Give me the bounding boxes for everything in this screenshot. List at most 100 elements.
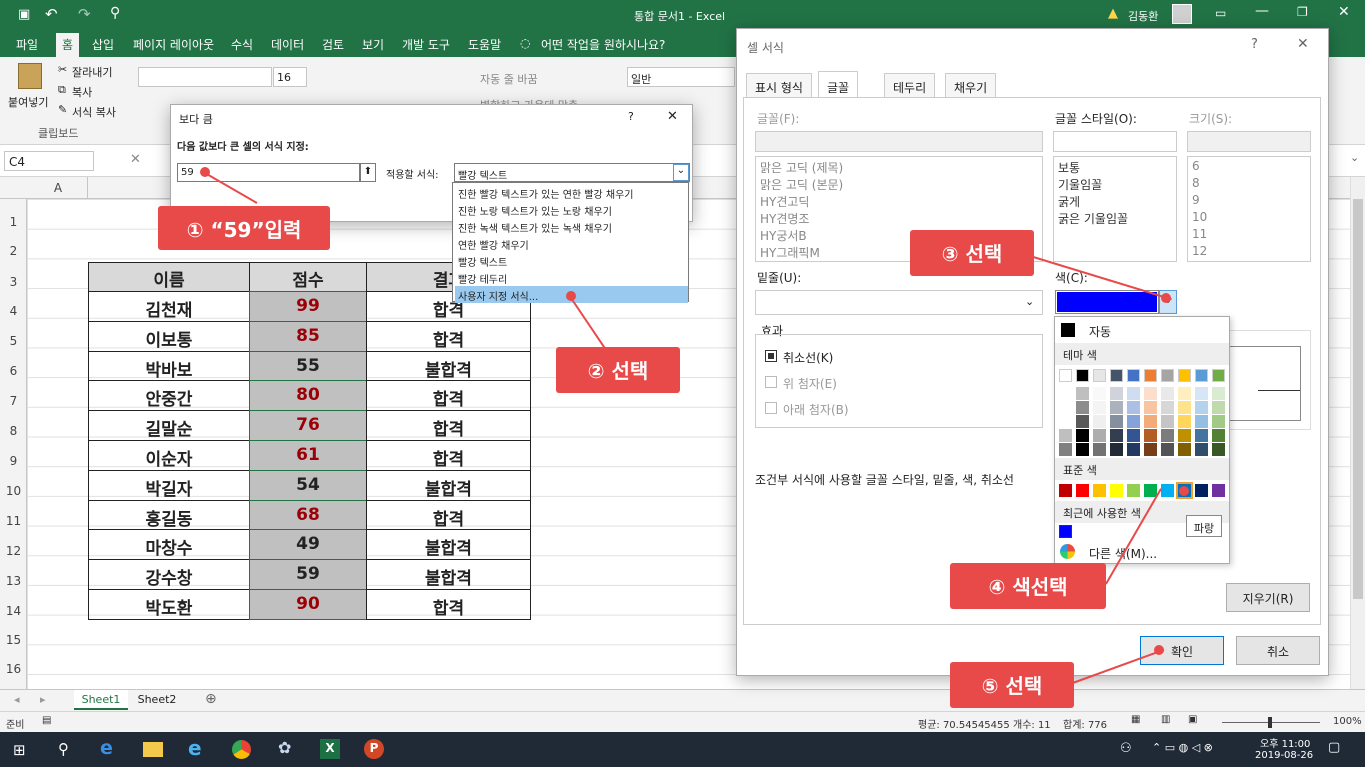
- theme-color-swatch[interactable]: [1212, 387, 1225, 400]
- row-header[interactable]: 10: [0, 484, 27, 498]
- table-cell-score[interactable]: 54: [249, 469, 367, 501]
- table-cell-name[interactable]: 박도환: [88, 589, 250, 620]
- theme-color-swatch[interactable]: [1076, 369, 1089, 382]
- auto-color-label[interactable]: 자동: [1089, 323, 1111, 340]
- table-cell-name[interactable]: 마창수: [88, 529, 250, 561]
- formula-input[interactable]: ⌄: [1350, 151, 1364, 171]
- table-cell-result[interactable]: 불합격: [366, 469, 531, 501]
- row-header[interactable]: 13: [0, 574, 27, 588]
- theme-color-swatch[interactable]: [1076, 443, 1089, 456]
- theme-color-swatch[interactable]: [1059, 369, 1072, 382]
- theme-color-swatch[interactable]: [1161, 387, 1174, 400]
- list-item[interactable]: HY견고딕: [760, 193, 809, 210]
- restore-icon[interactable]: ❐: [1297, 5, 1308, 19]
- theme-color-swatch[interactable]: [1144, 401, 1157, 414]
- strikethrough-checkbox[interactable]: [765, 350, 777, 362]
- prev-sheet-icon[interactable]: ◂: [14, 693, 20, 706]
- clear-button[interactable]: 지우기(R): [1226, 583, 1310, 612]
- theme-color-swatch[interactable]: [1178, 401, 1191, 414]
- list-item[interactable]: 굵은 기울임꼴: [1058, 210, 1128, 227]
- theme-color-swatch[interactable]: [1110, 429, 1123, 442]
- standard-color-swatch[interactable]: [1059, 484, 1072, 497]
- font-style-list[interactable]: 보통 기울임꼴 굵게 굵은 기울임꼴: [1053, 156, 1177, 262]
- tab-help[interactable]: 도움말: [468, 36, 501, 53]
- row-header[interactable]: 1: [0, 215, 27, 229]
- table-cell-score[interactable]: 80: [249, 380, 367, 412]
- chevron-down-icon[interactable]: ⌄: [673, 164, 689, 181]
- theme-color-swatch[interactable]: [1144, 387, 1157, 400]
- theme-color-swatch[interactable]: [1144, 443, 1157, 456]
- theme-color-swatch[interactable]: [1093, 443, 1106, 456]
- folder-icon[interactable]: [143, 742, 163, 757]
- table-cell-score[interactable]: 68: [249, 499, 367, 531]
- recent-color-swatch[interactable]: [1059, 525, 1072, 538]
- header-name[interactable]: 이름: [88, 262, 250, 292]
- theme-color-swatch[interactable]: [1178, 387, 1191, 400]
- theme-color-swatch[interactable]: [1059, 415, 1072, 428]
- paste-icon[interactable]: [18, 63, 42, 89]
- cancel-button[interactable]: 취소: [1236, 636, 1320, 665]
- theme-color-swatch[interactable]: [1195, 429, 1208, 442]
- list-item[interactable]: 11: [1192, 227, 1207, 241]
- theme-color-swatch[interactable]: [1212, 415, 1225, 428]
- table-cell-result[interactable]: 불합격: [366, 350, 531, 382]
- list-item[interactable]: 8: [1192, 176, 1200, 190]
- paint-icon[interactable]: ✿: [278, 738, 291, 757]
- windows-start-icon[interactable]: ⊞: [13, 741, 26, 759]
- table-cell-name[interactable]: 박바보: [88, 350, 250, 382]
- table-cell-result[interactable]: 합격: [366, 499, 531, 531]
- help-button[interactable]: ?: [628, 110, 634, 123]
- row-header[interactable]: 4: [0, 304, 27, 318]
- theme-color-swatch[interactable]: [1144, 415, 1157, 428]
- theme-color-swatch[interactable]: [1195, 415, 1208, 428]
- number-format-box[interactable]: 일반: [627, 67, 735, 87]
- theme-color-swatch[interactable]: [1212, 401, 1225, 414]
- theme-color-swatch[interactable]: [1093, 415, 1106, 428]
- table-cell-name[interactable]: 이순자: [88, 440, 250, 471]
- font-name-box[interactable]: [138, 67, 272, 87]
- tab-insert[interactable]: 삽입: [92, 36, 114, 53]
- theme-color-swatch[interactable]: [1059, 401, 1072, 414]
- size-input[interactable]: [1187, 131, 1311, 152]
- subscript-checkbox[interactable]: [765, 402, 777, 414]
- standard-color-swatch[interactable]: [1093, 484, 1106, 497]
- table-cell-name[interactable]: 김천재: [88, 291, 250, 322]
- edge-icon[interactable]: e: [100, 737, 113, 759]
- theme-color-swatch[interactable]: [1110, 415, 1123, 428]
- row-header[interactable]: 7: [0, 394, 27, 408]
- format-painter-button[interactable]: 서식 복사: [72, 104, 116, 120]
- theme-color-swatch[interactable]: [1127, 401, 1140, 414]
- theme-color-swatch[interactable]: [1144, 429, 1157, 442]
- tray-icons[interactable]: ⌃ ▭ ◍ ◁ ⊗: [1152, 741, 1213, 754]
- table-cell-name[interactable]: 홍길동: [88, 499, 250, 531]
- cancel-formula-icon[interactable]: ✕: [130, 152, 141, 167]
- people-icon[interactable]: ⚇: [1120, 741, 1132, 756]
- theme-color-swatch[interactable]: [1161, 443, 1174, 456]
- ribbon-display-icon[interactable]: ▭: [1215, 6, 1226, 20]
- list-item[interactable]: 맑은 고딕 (본문): [760, 176, 843, 193]
- table-cell-name[interactable]: 강수창: [88, 559, 250, 590]
- ie-icon[interactable]: e: [188, 736, 202, 760]
- wrap-text-button[interactable]: 자동 줄 바꿈: [480, 71, 538, 87]
- save-icon[interactable]: ▣: [18, 7, 30, 22]
- theme-color-swatch[interactable]: [1178, 415, 1191, 428]
- list-item[interactable]: 진한 노랑 텍스트가 있는 노랑 채우기: [455, 201, 688, 218]
- clock-time[interactable]: 오후 11:00: [1260, 735, 1310, 750]
- close-icon[interactable]: ✕: [1338, 4, 1350, 20]
- page-break-icon[interactable]: ▣: [1188, 714, 1197, 725]
- list-item[interactable]: 10: [1192, 210, 1207, 224]
- list-item[interactable]: 진한 빨강 텍스트가 있는 연한 빨강 채우기: [455, 184, 688, 201]
- row-header[interactable]: 5: [0, 334, 27, 348]
- close-dialog-button[interactable]: ✕: [1297, 36, 1309, 52]
- theme-color-swatch[interactable]: [1161, 415, 1174, 428]
- theme-color-swatch[interactable]: [1076, 429, 1089, 442]
- theme-color-swatch[interactable]: [1161, 429, 1174, 442]
- theme-color-swatch[interactable]: [1212, 443, 1225, 456]
- redo-icon[interactable]: ↷: [78, 5, 91, 23]
- undo-icon[interactable]: ↶: [45, 5, 58, 23]
- list-item[interactable]: 보통: [1058, 159, 1080, 176]
- theme-color-swatch[interactable]: [1059, 443, 1072, 456]
- sheet-tab-sheet1[interactable]: Sheet1: [74, 690, 128, 710]
- theme-color-swatch[interactable]: [1212, 429, 1225, 442]
- theme-color-swatch[interactable]: [1161, 369, 1174, 382]
